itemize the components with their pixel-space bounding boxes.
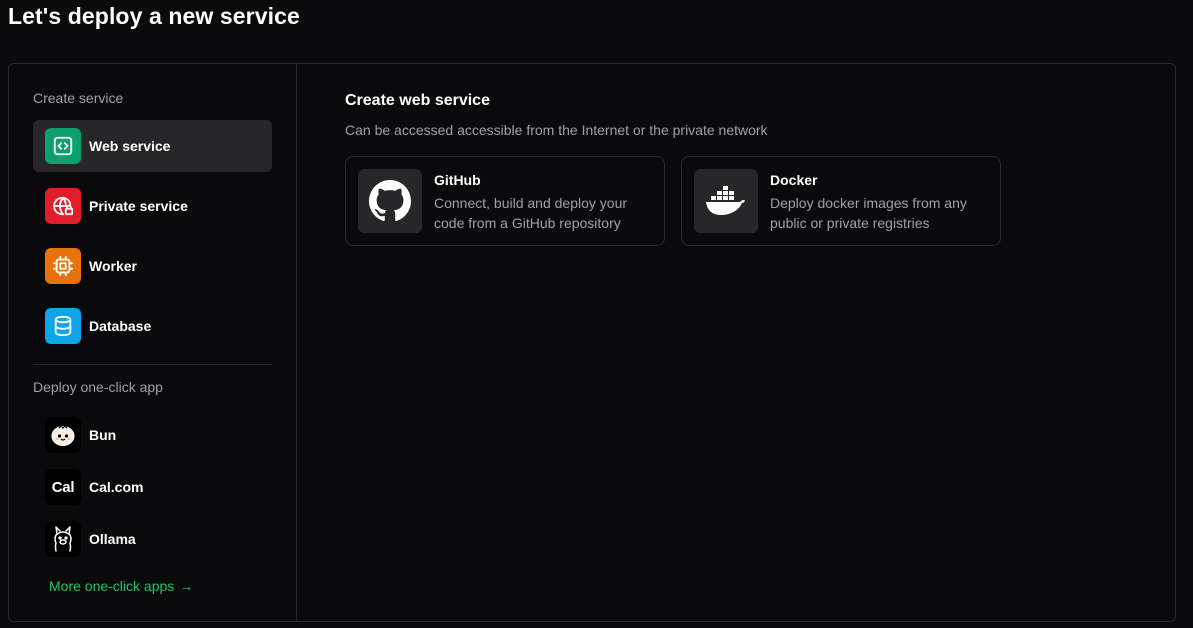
sidebar-item-label: Bun <box>89 427 117 443</box>
globe-lock-icon <box>45 188 81 224</box>
sidebar-item-label: Cal.com <box>89 479 144 495</box>
main-title: Create web service <box>345 92 490 109</box>
github-source-card[interactable]: GitHub Connect, build and deploy your co… <box>345 156 665 246</box>
sidebar-item-bun[interactable]: Bun <box>33 409 272 461</box>
page-title: Let's deploy a new service <box>8 3 300 29</box>
create-service-panel: Create service Web service Private servi… <box>8 63 1176 622</box>
ollama-logo-icon <box>45 521 81 557</box>
sidebar-item-label: Worker <box>89 258 137 274</box>
sidebar-item-label: Private service <box>89 198 188 214</box>
cal-logo-text: Cal <box>51 478 75 496</box>
bun-logo-icon <box>45 417 81 453</box>
database-icon <box>45 308 81 344</box>
card-title: GitHub <box>434 172 481 188</box>
docker-source-card[interactable]: Docker Deploy docker images from any pub… <box>681 156 1001 246</box>
card-title: Docker <box>770 172 818 188</box>
card-description: Deploy docker images from any public or … <box>770 195 967 231</box>
create-service-label: Create service <box>33 90 124 106</box>
more-one-click-apps-link[interactable]: More one-click apps → <box>49 578 193 594</box>
sidebar-item-label: Web service <box>89 138 171 154</box>
sidebar-item-label: Database <box>89 318 152 334</box>
docker-card-text: Docker Deploy docker images from any pub… <box>770 169 988 233</box>
sidebar-divider <box>33 364 272 365</box>
cpu-icon <box>45 248 81 284</box>
github-icon <box>358 169 422 233</box>
github-card-text: GitHub Connect, build and deploy your co… <box>434 169 652 233</box>
main-subtitle: Can be accessed accessible from the Inte… <box>345 122 768 138</box>
sidebar-item-database[interactable]: Database <box>33 300 272 352</box>
sidebar-item-worker[interactable]: Worker <box>33 240 272 292</box>
one-click-label: Deploy one-click app <box>33 379 163 395</box>
sidebar-item-calcom[interactable]: Cal Cal.com <box>33 461 272 513</box>
cal-logo-icon: Cal <box>45 469 81 505</box>
arrow-right-icon: → <box>179 578 194 594</box>
sidebar-item-label: Ollama <box>89 531 136 547</box>
docker-icon <box>694 169 758 233</box>
code-icon <box>45 128 81 164</box>
service-type-sidebar: Create service Web service Private servi… <box>9 64 297 621</box>
sidebar-item-web-service[interactable]: Web service <box>33 120 272 172</box>
sidebar-item-private-service[interactable]: Private service <box>33 180 272 232</box>
card-description: Connect, build and deploy your code from… <box>434 195 628 231</box>
sidebar-item-ollama[interactable]: Ollama <box>33 513 272 565</box>
more-link-label: More one-click apps <box>49 578 175 594</box>
